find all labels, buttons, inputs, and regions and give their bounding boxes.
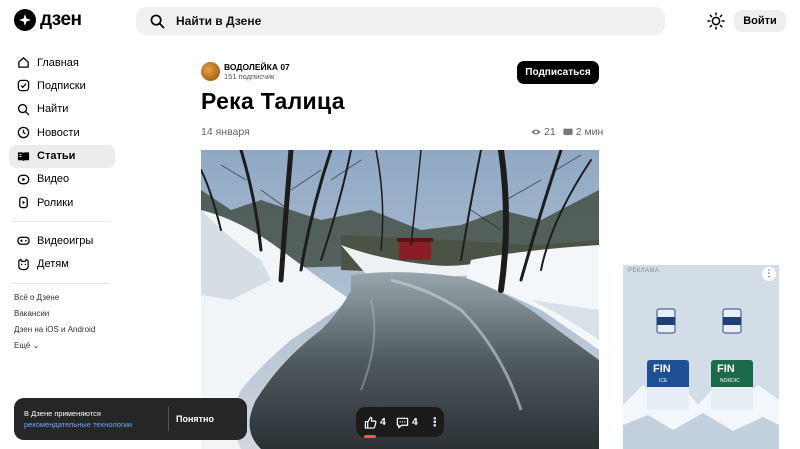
- reading-progress-indicator: [364, 435, 376, 438]
- home-icon: [18, 57, 29, 68]
- recommendation-notice: В Дзене применяются рекомендательные тех…: [14, 398, 247, 440]
- dzen-logo-icon: [14, 9, 36, 31]
- sidebar-item-label: Ролики: [37, 196, 74, 209]
- ad-product-ice: ICE: [659, 378, 668, 384]
- more-label: Ещё: [14, 341, 31, 350]
- sidebar-item-shorts[interactable]: Ролики: [9, 191, 115, 214]
- footer-link-apps[interactable]: Дзен на iOS и Android: [14, 324, 95, 340]
- ad-label: РЕКЛАМА: [628, 268, 660, 274]
- video-icon: [17, 174, 30, 185]
- author-name[interactable]: ВОДОЛЕЙКА 07: [224, 62, 290, 72]
- login-button[interactable]: Войти: [734, 10, 786, 32]
- article-photo: [201, 150, 599, 449]
- read-time: 2 мин: [575, 126, 604, 138]
- likes-count: 4: [380, 416, 386, 428]
- publish-date: 14 января: [201, 126, 250, 138]
- search-input[interactable]: Найти в Дзене: [136, 7, 665, 35]
- footer-link-about[interactable]: Всё о Дзене: [14, 292, 95, 308]
- sidebar-divider: [12, 221, 110, 223]
- sidebar-item-label: Найти: [37, 103, 69, 116]
- search-icon: [150, 14, 165, 28]
- comments-button[interactable]: 4: [396, 416, 418, 429]
- subscribe-button[interactable]: Подписаться: [517, 61, 599, 84]
- logo-text: дзен: [40, 9, 82, 30]
- notice-text: В Дзене применяются: [24, 409, 101, 418]
- notice-divider: [168, 407, 169, 431]
- more-options-icon[interactable]: ⋮: [429, 415, 441, 429]
- sidebar-divider: [12, 282, 110, 284]
- sidebar-footer-links: Всё о Дзене Вакансии Дзен на iOS и Andro…: [14, 292, 95, 356]
- sidebar-item-videogames[interactable]: Видеоигры: [9, 229, 115, 252]
- ad-banner[interactable]: FIN FIN ICE NORDIC РЕКЛАМА ⋮: [623, 265, 779, 449]
- theme-toggle-icon[interactable]: [707, 12, 725, 30]
- footer-link-more[interactable]: Ещё ⌄: [14, 340, 95, 356]
- shorts-icon: [19, 197, 28, 209]
- news-icon: [17, 126, 30, 139]
- sidebar-item-subscriptions[interactable]: Подписки: [9, 74, 115, 97]
- accept-button[interactable]: Понятно: [175, 414, 214, 424]
- dzen-logo[interactable]: дзен: [14, 9, 82, 31]
- sidebar-item-label: Статьи: [37, 150, 76, 163]
- chevron-down-icon: ⌄: [32, 341, 40, 350]
- sidebar-item-search[interactable]: Найти: [9, 98, 115, 121]
- footer-link-jobs[interactable]: Вакансии: [14, 308, 95, 324]
- sidebar-item-label: Детям: [37, 258, 69, 271]
- sidebar-item-label: Главная: [37, 56, 79, 69]
- ad-brand-right: FIN: [717, 363, 735, 375]
- sidebar-item-video[interactable]: Видео: [9, 168, 115, 191]
- sidebar-item-label: Видео: [37, 173, 70, 186]
- articles-icon: [17, 151, 30, 161]
- ad-menu-icon[interactable]: ⋮: [762, 267, 776, 281]
- eye-icon: [531, 129, 541, 135]
- sidebar-item-label: Видеоигры: [37, 234, 94, 247]
- article-title: Река Талица: [201, 88, 345, 114]
- book-icon: [563, 128, 573, 136]
- author-block[interactable]: ВОДОЛЕЙКА 07 151 подписчик: [201, 62, 290, 81]
- article-stats: 21 2 мин: [531, 126, 603, 138]
- sidebar-item-news[interactable]: Новости: [9, 121, 115, 144]
- sidebar-item-articles[interactable]: Статьи: [9, 144, 115, 168]
- search-placeholder: Найти в Дзене: [176, 14, 262, 28]
- kids-icon: [18, 258, 29, 270]
- subscriptions-icon: [17, 80, 30, 92]
- avatar[interactable]: [201, 62, 220, 81]
- search-icon: [17, 103, 30, 116]
- sidebar: Главная Подписки Найти Новости Статьи Ви…: [9, 51, 115, 291]
- comments-count: 4: [411, 416, 418, 428]
- subscriber-count: 151 подписчик: [224, 72, 275, 81]
- ad-brand-left: FIN: [653, 363, 671, 375]
- sidebar-item-label: Новости: [37, 126, 80, 139]
- notice-link[interactable]: рекомендательные технологии: [24, 419, 164, 430]
- ad-image: [623, 265, 779, 449]
- reactions-bar: 4 4 ⋮: [356, 407, 444, 437]
- sidebar-item-kids[interactable]: Детям: [9, 253, 115, 276]
- comment-icon: [396, 417, 409, 428]
- like-button[interactable]: 4: [364, 416, 386, 429]
- sidebar-item-home[interactable]: Главная: [9, 51, 115, 74]
- gamepad-icon: [17, 236, 30, 246]
- thumbs-up-icon: [364, 416, 377, 429]
- sidebar-item-label: Подписки: [37, 79, 86, 92]
- ad-product-nordic: NORDIC: [720, 378, 740, 384]
- views-count: 21: [544, 126, 556, 138]
